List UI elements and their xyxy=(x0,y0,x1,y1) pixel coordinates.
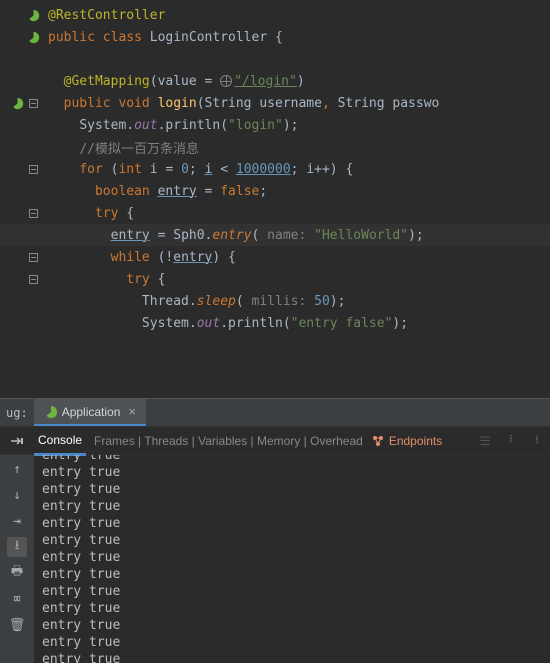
print-icon[interactable]: 🖶 xyxy=(7,563,27,583)
console-line: entry true xyxy=(42,583,542,600)
code-text[interactable]: entry = Sph0.entry( name: "HelloWorld"); xyxy=(44,228,550,243)
console-line: entry true xyxy=(42,634,542,651)
endpoints-tab[interactable]: Endpoints xyxy=(371,434,442,448)
code-text[interactable]: try { xyxy=(44,272,550,287)
code-text[interactable]: @RestController xyxy=(44,8,550,23)
gutter[interactable] xyxy=(0,8,44,22)
spring-leaf-icon xyxy=(26,8,40,22)
console-tab[interactable]: Console xyxy=(34,429,86,456)
console-line: entry true xyxy=(42,498,542,515)
code-text[interactable]: boolean entry = false; xyxy=(44,184,550,199)
down-arrow-icon[interactable]: ↓ xyxy=(7,485,27,505)
export-icon[interactable]: ⭱ xyxy=(502,432,520,450)
console-line: entry true xyxy=(42,651,542,663)
layout-icon[interactable]: ☰ xyxy=(476,432,494,450)
up-arrow-icon[interactable]: ↑ xyxy=(7,459,27,479)
console-line: entry true xyxy=(42,532,542,549)
download-icon[interactable]: ⭳ xyxy=(528,432,546,450)
code-line[interactable]: boolean entry = false; xyxy=(0,180,550,202)
spring-leaf-icon xyxy=(26,30,40,44)
code-line[interactable]: public void login(String username, Strin… xyxy=(0,92,550,114)
globe-icon xyxy=(220,75,232,87)
debug-label: ug: xyxy=(0,406,34,420)
code-line[interactable] xyxy=(0,48,550,70)
clear-icon[interactable]: ⌧ xyxy=(7,589,27,609)
debug-tab-row: ug: Application × xyxy=(0,399,550,427)
fold-minus-icon[interactable] xyxy=(26,162,40,176)
debug-tool-row: Console Frames | Threads | Variables | M… xyxy=(0,427,550,455)
code-line[interactable]: Thread.sleep( millis: 50); xyxy=(0,290,550,312)
gutter[interactable] xyxy=(0,162,44,176)
console-gutter: ↑ ↓ ⇥ ⭳ 🖶 ⌧ 🗑 xyxy=(0,455,34,663)
close-icon[interactable]: × xyxy=(128,404,136,419)
code-text[interactable]: //模拟一百万条消息 xyxy=(44,138,550,157)
code-text[interactable]: for (int i = 0; i < 1000000; i++) { xyxy=(44,162,550,177)
code-line[interactable]: try { xyxy=(0,202,550,224)
code-text[interactable]: System.out.println("entry false"); xyxy=(44,316,550,331)
console-line: entry true xyxy=(42,481,542,498)
console-line: entry true xyxy=(42,455,542,464)
console-line: entry true xyxy=(42,515,542,532)
console-body: ↑ ↓ ⇥ ⭳ 🖶 ⌧ 🗑 entry trueentry trueentry … xyxy=(0,455,550,663)
gutter[interactable] xyxy=(0,272,44,286)
code-text[interactable]: public void login(String username, Strin… xyxy=(44,96,550,111)
console-line: entry true xyxy=(42,549,542,566)
scroll-end-icon[interactable]: ⭳ xyxy=(7,537,27,557)
spring-leaf-icon xyxy=(44,405,58,419)
code-text[interactable]: System.out.println("login"); xyxy=(44,118,550,133)
code-line[interactable]: public class LoginController { xyxy=(0,26,550,48)
code-editor[interactable]: @RestController public class LoginControl… xyxy=(0,0,550,398)
code-text[interactable]: public class LoginController { xyxy=(44,30,550,45)
fold-minus-icon[interactable] xyxy=(26,96,40,110)
gutter[interactable] xyxy=(0,206,44,220)
code-line[interactable]: //模拟一百万条消息 xyxy=(0,136,550,158)
fold-minus-icon[interactable] xyxy=(26,206,40,220)
gutter[interactable] xyxy=(0,96,44,110)
code-text[interactable]: try { xyxy=(44,206,550,221)
debug-tab-label: Application xyxy=(62,405,121,419)
trash-icon[interactable]: 🗑 xyxy=(7,615,27,635)
console-line: entry true xyxy=(42,600,542,617)
debug-run-config-tab[interactable]: Application × xyxy=(34,399,146,426)
endpoints-label: Endpoints xyxy=(389,434,442,448)
step-over-icon[interactable] xyxy=(8,432,26,450)
code-line[interactable]: System.out.println("entry false"); xyxy=(0,312,550,334)
gutter[interactable] xyxy=(0,30,44,44)
code-line[interactable]: while (!entry) { xyxy=(0,246,550,268)
console-line: entry true xyxy=(42,464,542,481)
code-text[interactable]: Thread.sleep( millis: 50); xyxy=(44,294,550,309)
console-output[interactable]: entry trueentry trueentry trueentry true… xyxy=(34,455,550,663)
code-line[interactable]: @GetMapping(value = "/login") xyxy=(0,70,550,92)
code-line[interactable]: try { xyxy=(0,268,550,290)
console-line: entry true xyxy=(42,617,542,634)
code-text[interactable]: @GetMapping(value = "/login") xyxy=(44,74,550,89)
gutter[interactable] xyxy=(0,250,44,264)
soft-wrap-icon[interactable]: ⇥ xyxy=(7,511,27,531)
debug-panel: ug: Application × Console Frames | Threa… xyxy=(0,398,550,663)
console-line: entry true xyxy=(42,566,542,583)
debug-views[interactable]: Frames | Threads | Variables | Memory | … xyxy=(94,434,363,448)
code-line[interactable]: @RestController xyxy=(0,4,550,26)
endpoints-icon xyxy=(371,434,385,448)
fold-minus-icon[interactable] xyxy=(26,250,40,264)
code-line[interactable]: entry = Sph0.entry( name: "HelloWorld"); xyxy=(0,224,550,246)
code-line[interactable]: for (int i = 0; i < 1000000; i++) { xyxy=(0,158,550,180)
fold-minus-icon[interactable] xyxy=(26,272,40,286)
code-line[interactable]: System.out.println("login"); xyxy=(0,114,550,136)
code-text[interactable]: while (!entry) { xyxy=(44,250,550,265)
spring-leaf-icon xyxy=(10,96,24,110)
